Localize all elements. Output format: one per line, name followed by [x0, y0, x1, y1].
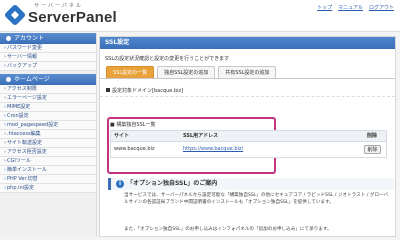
- sidebar-item-backup[interactable]: ›バックアップ: [0, 62, 96, 71]
- homepage-icon: [6, 77, 11, 82]
- page-title: SSL設定: [100, 37, 395, 49]
- sidebar-item-password[interactable]: ›パスワード変更: [0, 44, 96, 53]
- sidebar-section-label: アカウント: [14, 35, 45, 42]
- target-domain-text: 設定対象ドメイン[bacque.biz]: [112, 88, 184, 94]
- logo-subtitle: サーバーパネル: [34, 3, 83, 9]
- top-link-logout[interactable]: ログアウト: [369, 4, 394, 11]
- sidebar-section-label: ホームページ: [14, 76, 50, 83]
- sidebar-item-php-ini[interactable]: ›php.ini設定: [0, 184, 96, 193]
- sidebar-item-site-redirect[interactable]: ›サイト転送設定: [0, 139, 96, 148]
- info-body: 当サービスでは、サーバーパネルから設定可能な「構築独自SSL」の他にセキュアコア…: [124, 193, 389, 205]
- page-description: SSLの設定状況確認と設定の変更を行うことができます: [105, 56, 230, 62]
- sidebar: アカウント ›パスワード変更 ›サーバー情報 ›バックアップ ホームページ ›ア…: [0, 33, 97, 237]
- header-bar: サーバーパネル ServerPanel トップ マニュアル ログアウト: [0, 0, 400, 32]
- sidebar-section-account[interactable]: アカウント: [0, 33, 96, 44]
- sidebar-item-cron[interactable]: ›Cron設定: [0, 112, 96, 121]
- sidebar-item-access-limit[interactable]: ›アクセス制限: [0, 85, 96, 94]
- sidebar-item-server-info[interactable]: ›サーバー情報: [0, 53, 96, 62]
- account-icon: [6, 36, 11, 41]
- table-header: サイト SSL用アドレス 削除: [110, 130, 387, 142]
- logo-text: ServerPanel: [28, 9, 117, 26]
- sidebar-item-error-page[interactable]: ›エラーページ設定: [0, 94, 96, 103]
- top-link-manual[interactable]: マニュアル: [338, 4, 363, 11]
- info-icon: i: [116, 180, 124, 188]
- target-domain-line: 設定対象ドメイン[bacque.biz]: [100, 79, 395, 97]
- bullet-icon: [106, 88, 110, 92]
- option-ssl-info-box: i 「オプション独自SSL」のご案内 当サービスでは、サーバーパネルから設定可能…: [108, 178, 394, 234]
- sidebar-item-easy-install[interactable]: ›簡単インストール: [0, 166, 96, 175]
- sidebar-item-mime[interactable]: ›MIME設定: [0, 103, 96, 112]
- sidebar-item-htaccess[interactable]: ›.htaccess編集: [0, 130, 96, 139]
- sidebar-item-php-ver[interactable]: ›PHP Ver.切替: [0, 175, 96, 184]
- column-header-site: サイト: [114, 133, 130, 139]
- info-title-bar: i 「オプション独自SSL」のご案内: [108, 178, 394, 190]
- sidebar-item-cgi-tools[interactable]: ›CGIツール: [0, 157, 96, 166]
- info-title: 「オプション独自SSL」のご案内: [127, 180, 218, 187]
- sidebar-section-homepage[interactable]: ホームページ: [0, 74, 96, 85]
- tab-ssl-list[interactable]: SSL設定の一覧: [106, 66, 155, 78]
- ssl-list-title: ■ 構築独自SSL一覧: [110, 122, 156, 128]
- tab-add-own-ssl[interactable]: 独自SSL設定の追加: [157, 66, 216, 78]
- column-header-ssl-address: SSL用アドレス: [183, 133, 219, 139]
- sidebar-item-pagespeed[interactable]: ›mod_pagespeed設定: [0, 121, 96, 130]
- table-row: www.bacque.biz https://www.bacque.biz/ 削…: [110, 142, 387, 158]
- tab-add-shared-ssl[interactable]: 共有SSL設定の追加: [218, 66, 277, 78]
- delete-button[interactable]: 削除: [364, 145, 381, 154]
- ssl-address-link[interactable]: https://www.bacque.biz/: [183, 142, 243, 157]
- top-links: トップ マニュアル ログアウト: [317, 4, 394, 11]
- info-footnote: また、「オプション独自SSL」のお申し込みはインフォパネルの「追加のお申し込み」…: [124, 227, 332, 232]
- site-cell: www.bacque.biz: [114, 146, 155, 152]
- sidebar-item-access-deny[interactable]: ›アクセス拒否設定: [0, 148, 96, 157]
- tab-bar: SSL設定の一覧 独自SSL設定の追加 共有SSL設定の追加: [100, 66, 395, 79]
- serverpanel-logo-icon: [3, 3, 27, 27]
- column-header-delete: 削除: [367, 133, 378, 139]
- top-link-home[interactable]: トップ: [317, 4, 332, 11]
